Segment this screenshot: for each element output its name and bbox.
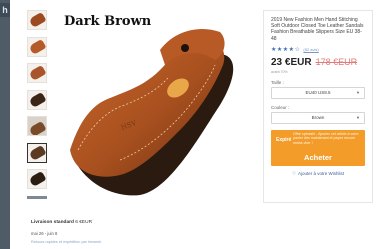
- thumbnail-gallery: [27, 10, 47, 199]
- original-price: 178 €EUR: [315, 56, 358, 67]
- chevron-down-icon: ▼: [356, 115, 360, 121]
- buy-button-label: Acheter: [304, 152, 332, 162]
- heart-icon: ♡: [291, 170, 297, 176]
- review-count-link[interactable]: (82 avis): [303, 47, 318, 52]
- sandal-icon: [28, 64, 46, 82]
- rating[interactable]: ★★★★☆ (82 avis): [271, 46, 365, 53]
- main-product-image[interactable]: HSV: [60, 10, 245, 200]
- shipping-info: Livraison standard 6 €EUR: [31, 220, 92, 225]
- size-value: EU40 US8.5: [305, 90, 331, 96]
- thumbnail-6[interactable]: [27, 142, 47, 163]
- sandal-icon: [28, 38, 46, 55]
- sandal-icon: [28, 120, 46, 135]
- delivery-dates: mai 26 - juin 8: [31, 231, 58, 236]
- chevron-down-icon: ▼: [356, 90, 360, 96]
- promo-tag: Expiré: [276, 136, 292, 143]
- promo-message: Offre spéciale - Ajoutez cet article à v…: [293, 131, 359, 145]
- size-select[interactable]: EU40 US8.5 ▼: [271, 86, 365, 99]
- thumbnail-7[interactable]: [27, 169, 47, 189]
- wishlist-label: Ajouter à votre Wishlist: [298, 171, 345, 177]
- discount-note: avant 70%: [271, 69, 288, 74]
- color-label: Couleur :: [271, 104, 290, 110]
- thumbnail-1[interactable]: [27, 10, 47, 30]
- left-sidebar-strip: h: [0, 0, 10, 249]
- thumbnail-4[interactable]: [27, 89, 47, 110]
- sandal-icon: [28, 91, 46, 108]
- color-select[interactable]: Brown ▼: [271, 111, 365, 124]
- product-title: 2019 New Fashion Men Hand Stitching Soft…: [271, 17, 364, 42]
- current-price: 23 €EUR: [271, 56, 312, 68]
- size-label: Taille :: [271, 79, 284, 85]
- shipping-method: Livraison standard: [31, 220, 74, 225]
- sandal-product-image: HSV: [70, 29, 234, 196]
- sandal-icon: [28, 170, 46, 188]
- shipping-cost: 6 €EUR: [75, 220, 93, 225]
- sandal-icon: [28, 11, 46, 29]
- wishlist-button[interactable]: ♡ Ajouter à votre Wishlist: [271, 171, 365, 177]
- thumbnail-3[interactable]: [27, 63, 47, 83]
- thumbnail-scroll-indicator[interactable]: [27, 195, 47, 199]
- thumbnail-5[interactable]: [27, 116, 47, 136]
- price-row: 23 €EUR 178 €EUR: [271, 57, 365, 68]
- color-value: Brown: [311, 115, 325, 121]
- buy-button[interactable]: Expiré Offre spéciale - Ajoutez cet arti…: [271, 129, 365, 166]
- sandal-icon: [28, 144, 46, 161]
- thumbnail-2[interactable]: [27, 36, 47, 57]
- returns-link[interactable]: Retours rapides et expédition par Irewee…: [31, 240, 101, 244]
- rating-stars-icon: ★★★★☆: [271, 46, 301, 53]
- image-color-caption: Dark Brown: [64, 14, 152, 29]
- site-logo[interactable]: h: [0, 3, 10, 17]
- product-info-panel: 2019 New Fashion Men Hand Stitching Soft…: [263, 10, 373, 203]
